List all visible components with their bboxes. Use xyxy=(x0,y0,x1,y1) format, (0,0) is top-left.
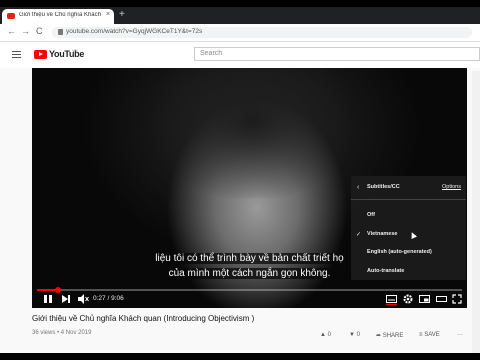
share-label: SHARE xyxy=(382,333,404,339)
save-label: SAVE xyxy=(424,332,440,338)
check-icon: ✓ xyxy=(356,232,362,238)
menu-divider xyxy=(351,199,466,200)
back-icon[interactable]: ← xyxy=(7,26,16,36)
tab-close-icon[interactable]: × xyxy=(106,11,110,18)
dislike-button[interactable]: ▼ 0 xyxy=(349,332,360,338)
new-tab-button[interactable]: + xyxy=(119,9,125,20)
thumbs-up-icon: ▲ xyxy=(320,332,326,338)
lock-icon xyxy=(58,29,63,35)
tab-title: Giới thiệu về Chủ nghĩa Khách qu xyxy=(19,12,103,18)
subtitles-settings-menu: ‹ Subtitles/CC Options Off ✓ Vietnamese … xyxy=(351,176,466,280)
menu-back-icon[interactable]: ‹ xyxy=(357,184,359,191)
progress-bar[interactable] xyxy=(37,287,462,293)
url-text: youtube.com/watch?v=GyqjWGKCeT1Y&t=72s xyxy=(66,28,203,35)
save-button[interactable]: ≡ SAVE xyxy=(419,332,440,338)
youtube-favicon-icon xyxy=(7,13,15,19)
subtitle-option-off[interactable]: Off xyxy=(367,212,375,218)
video-frame-shading xyxy=(152,68,352,198)
share-icon: ➦ xyxy=(376,333,382,339)
search-placeholder: Search xyxy=(200,50,223,57)
youtube-logo-text[interactable]: YouTube xyxy=(49,49,84,59)
thumbs-down-icon: ▼ xyxy=(349,332,355,338)
reload-icon[interactable]: C xyxy=(36,26,43,36)
dislike-count: 0 xyxy=(356,332,360,338)
video-player[interactable]: liệu tôi có thể trình bày về bản chất tr… xyxy=(32,68,467,308)
like-button[interactable]: ▲ 0 xyxy=(320,332,331,338)
tab-strip: Giới thiệu về Chủ nghĩa Khách qu × + xyxy=(0,7,480,24)
next-icon[interactable] xyxy=(61,292,71,306)
subtitles-icon[interactable] xyxy=(386,292,397,306)
time-display: 0:27 / 9:06 xyxy=(93,295,124,302)
search-input[interactable]: Search xyxy=(194,47,480,61)
page-scrollbar[interactable] xyxy=(472,71,480,353)
pause-icon[interactable] xyxy=(43,292,53,306)
like-count: 0 xyxy=(327,332,331,338)
menu-title: Subtitles/CC xyxy=(367,184,400,190)
add-to-playlist-icon: ≡ xyxy=(419,332,423,338)
url-field[interactable]: youtube.com/watch?v=GyqjWGKCeT1Y&t=72s xyxy=(52,27,472,38)
subtitle-option-auto-translate[interactable]: Auto-translate xyxy=(367,268,404,274)
settings-gear-icon[interactable] xyxy=(403,292,413,306)
mute-icon[interactable] xyxy=(77,292,89,306)
youtube-masthead: YouTube VN Search xyxy=(0,42,480,68)
options-link[interactable]: Options xyxy=(442,184,461,190)
miniplayer-icon[interactable] xyxy=(419,292,430,306)
browser-window: Giới thiệu về Chủ nghĩa Khách qu × + ← →… xyxy=(0,7,480,353)
theater-mode-icon[interactable] xyxy=(436,292,447,306)
progress-scrubber[interactable] xyxy=(54,287,61,293)
fullscreen-icon[interactable] xyxy=(452,292,462,306)
subtitle-option-vietnamese[interactable]: Vietnamese xyxy=(367,231,397,237)
video-meta: 36 views • 4 Nov 2019 xyxy=(32,330,92,336)
address-bar: ← → C youtube.com/watch?v=GyqjWGKCeT1Y&t… xyxy=(0,24,480,42)
forward-icon[interactable]: → xyxy=(21,26,30,36)
youtube-region-label: VN xyxy=(72,48,78,53)
more-actions-button[interactable]: ··· xyxy=(457,332,463,338)
subtitle-option-english[interactable]: English (auto-generated) xyxy=(367,249,432,255)
menu-icon[interactable] xyxy=(12,51,21,58)
youtube-logo-icon[interactable] xyxy=(34,50,47,59)
browser-tab[interactable]: Giới thiệu về Chủ nghĩa Khách qu × xyxy=(2,9,114,24)
share-button[interactable]: ➦ SHARE xyxy=(376,332,403,339)
video-title: Giới thiệu về Chủ nghĩa Khách quan (Intr… xyxy=(32,314,255,323)
